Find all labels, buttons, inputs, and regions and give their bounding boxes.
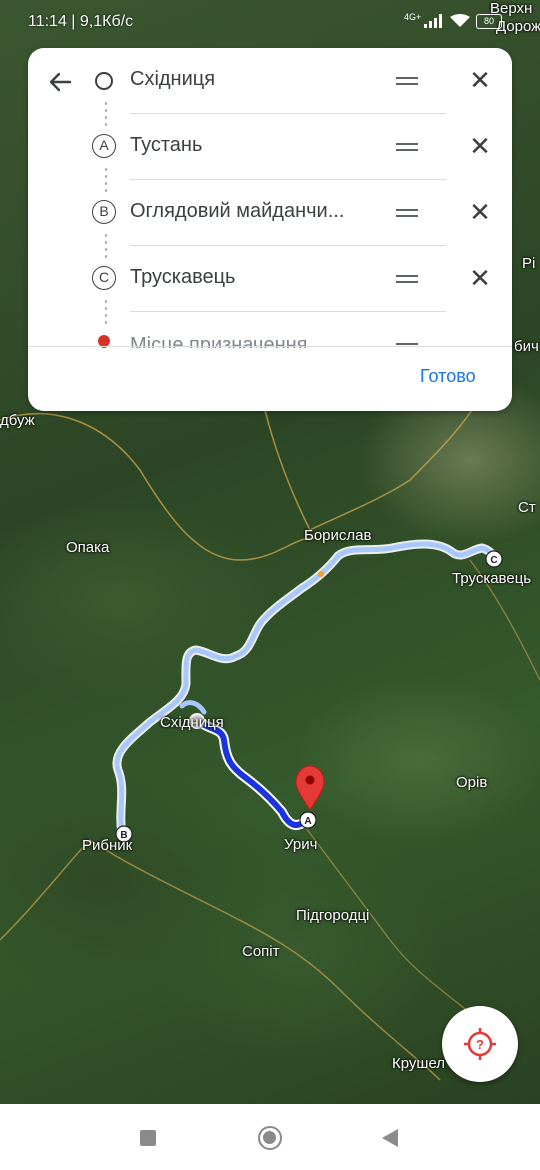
route-row-name[interactable]: Трускавець [130,266,370,289]
close-icon[interactable]: ✕ [466,66,494,94]
divider [130,311,446,312]
waypoint-a-icon: A [92,134,116,158]
route-marker-c-label: C [490,555,497,566]
connector-dots [105,298,107,326]
status-bar: 11:14 | 9,1Кб/с 4G+ 80 [0,0,540,44]
signal-icon [424,14,442,28]
map-label-opaka: Опака [66,539,110,556]
done-button[interactable]: Готово [420,366,476,387]
route-row-name[interactable]: Тустань [130,134,370,157]
waypoint-b-icon: B [92,200,116,224]
map-label-sopit: Сопіт [242,943,280,960]
system-nav-bar [0,1104,540,1170]
origin-circle-icon [95,72,113,90]
map-label-dbuzh: дбуж [0,412,35,429]
route-row-destination[interactable]: Місце призначення [28,328,512,348]
map-label-oriv: Орів [456,774,488,791]
route-row-c[interactable]: C Трускавець ✕ [28,246,512,312]
map-label-bych: бич [514,338,539,355]
wifi-icon [450,14,470,27]
map-label-skhidnytsia: Східниця [160,714,224,731]
location-pin-icon[interactable] [295,765,325,811]
drag-handle-icon[interactable] [396,143,418,151]
battery-icon: 80 [476,14,502,29]
drag-handle-icon[interactable] [396,209,418,217]
my-location-button[interactable]: ? [442,1006,518,1082]
drag-handle-icon[interactable] [396,275,418,283]
divider [28,346,512,347]
waypoint-c-icon: C [92,266,116,290]
recents-button[interactable] [140,1130,156,1146]
close-icon[interactable]: ✕ [466,264,494,292]
route-marker-a[interactable]: A [299,811,317,829]
route-row-b[interactable]: B Оглядовий майданчи... ✕ [28,180,512,246]
map-label-urych: Урич [284,836,318,853]
map-label-krushel: Крушел [392,1055,446,1072]
home-button[interactable] [258,1126,282,1150]
network-type: 4G+ [404,12,422,22]
route-marker-a-label: A [304,816,311,827]
route-row-a[interactable]: A Тустань ✕ [28,114,512,180]
route-editor-card: Східниця ✕ A Тустань ✕ B Оглядовий майда… [28,48,512,411]
svg-text:?: ? [476,1037,484,1052]
map-label-boryslav: Борислав [304,527,372,544]
back-button[interactable] [382,1129,398,1147]
map-label-ri: Рі [522,255,536,272]
map-label-st: Ст [518,499,536,516]
route-marker-c[interactable]: C [485,550,503,568]
drag-handle-icon[interactable] [396,77,418,85]
route-row-name[interactable]: Східниця [130,68,370,91]
map-label-pidhorodtsi: Підгородці [296,907,370,924]
route-row-name[interactable]: Оглядовий майданчи... [130,200,370,223]
route-row-origin[interactable]: Східниця ✕ [28,48,512,114]
close-icon[interactable]: ✕ [466,132,494,160]
map-label-rybnyk: Рибник [82,837,133,854]
my-location-icon: ? [464,1028,496,1060]
close-icon[interactable]: ✕ [466,198,494,226]
map-label-truskavets: Трускавець [452,570,532,587]
status-time: 11:14 | 9,1Кб/с [28,13,134,30]
